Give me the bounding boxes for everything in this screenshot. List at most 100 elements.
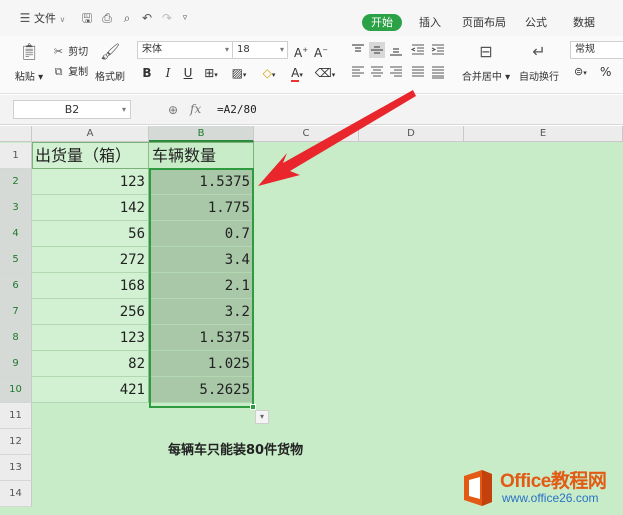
cell-a7[interactable]: 256 bbox=[32, 299, 149, 325]
wrap-text-button[interactable]: ↵ 自动换行 bbox=[514, 42, 564, 83]
column-header-a[interactable]: A bbox=[32, 126, 149, 142]
cell-a10[interactable]: 421 bbox=[32, 377, 149, 403]
cell-b4[interactable]: 0.7 bbox=[149, 221, 254, 247]
row-header-6[interactable]: 6 bbox=[0, 273, 32, 299]
row-header-7[interactable]: 7 bbox=[0, 299, 32, 325]
zoom-magnifier-icon[interactable]: ⊕ bbox=[168, 103, 178, 117]
cell-b6[interactable]: 2.1 bbox=[149, 273, 254, 299]
align-right-icon[interactable] bbox=[388, 64, 404, 80]
fx-icon[interactable]: fx bbox=[190, 102, 201, 116]
column-header-b[interactable]: B bbox=[149, 126, 254, 142]
border-icon[interactable]: ⊞▾ bbox=[200, 65, 222, 81]
align-center-icon[interactable] bbox=[369, 64, 385, 80]
row-header-3[interactable]: 3 bbox=[0, 195, 32, 221]
undo-icon[interactable]: ↶ bbox=[140, 11, 154, 25]
justify-icon[interactable] bbox=[410, 64, 426, 80]
currency-format-button[interactable]: ⊜▾ bbox=[574, 64, 587, 80]
cut-button[interactable]: ✂ 剪切 bbox=[52, 44, 88, 60]
number-format-select[interactable]: 常规 bbox=[570, 41, 623, 59]
chevron-down-icon: ▾ bbox=[279, 45, 284, 54]
cell-a1[interactable]: 出货量（箱） bbox=[32, 143, 149, 169]
paste-button[interactable]: 📋︎ 粘贴 ▾ bbox=[12, 42, 46, 83]
row-header-5[interactable]: 5 bbox=[0, 247, 32, 273]
print-icon[interactable]: ⎙ bbox=[100, 11, 114, 25]
row-header-2[interactable]: 2 bbox=[0, 169, 32, 195]
print-preview-icon[interactable]: ⌕ bbox=[120, 11, 134, 25]
row-header-10[interactable]: 10 bbox=[0, 377, 32, 403]
file-menu[interactable]: 文件 ∨ bbox=[34, 10, 65, 28]
cell-b5[interactable]: 3.4 bbox=[149, 247, 254, 273]
font-color-button[interactable]: A▾ bbox=[286, 65, 308, 82]
row-header-9[interactable]: 9 bbox=[0, 351, 32, 377]
copy-button[interactable]: ⧉ 复制 bbox=[52, 64, 89, 80]
merge-center-label: 合并居中 bbox=[461, 72, 502, 83]
cell-a9[interactable]: 82 bbox=[32, 351, 149, 377]
align-left-icon[interactable] bbox=[350, 64, 366, 80]
name-box[interactable]: B2 ▾ bbox=[13, 100, 131, 119]
column-header-d[interactable]: D bbox=[359, 126, 464, 142]
cell-b8[interactable]: 1.5375 bbox=[149, 325, 254, 351]
row-header-1[interactable]: 1 bbox=[0, 143, 32, 169]
cell-a2[interactable]: 123 bbox=[32, 169, 149, 195]
increase-font-icon[interactable]: A+ bbox=[294, 42, 308, 60]
align-bottom-icon[interactable] bbox=[388, 42, 404, 58]
percent-button[interactable]: % bbox=[600, 64, 611, 80]
cell-b2[interactable]: 1.5375 bbox=[149, 169, 254, 195]
merge-cells-icon: ⊟ bbox=[479, 42, 493, 61]
fill-color-icon[interactable]: ◇▾ bbox=[258, 65, 280, 81]
row-header-11[interactable]: 11 bbox=[0, 403, 32, 429]
formula-input[interactable]: =A2/80 bbox=[217, 103, 257, 116]
redo-icon[interactable]: ↷ bbox=[160, 11, 174, 25]
row-header-8[interactable]: 8 bbox=[0, 325, 32, 351]
row-header-13[interactable]: 13 bbox=[0, 455, 32, 481]
bold-button[interactable]: B bbox=[139, 65, 155, 81]
cell-b1[interactable]: 车辆数量 bbox=[149, 143, 254, 169]
tab-formulas[interactable]: 公式 bbox=[525, 14, 547, 32]
row-header-4[interactable]: 4 bbox=[0, 221, 32, 247]
indent-decrease-icon[interactable] bbox=[410, 42, 426, 58]
menu-bar: ☰ 文件 ∨ 🖫 ⎙ ⌕ ↶ ↷ ▿ 开始 插入 页面布局 公式 数据 bbox=[0, 0, 623, 36]
font-name-value: 宋体 bbox=[142, 44, 162, 55]
tab-insert[interactable]: 插入 bbox=[419, 14, 441, 32]
row-header-14[interactable]: 14 bbox=[0, 481, 32, 507]
tab-page-layout[interactable]: 页面布局 bbox=[462, 14, 506, 32]
office-logo-icon bbox=[464, 470, 492, 506]
cell-b3[interactable]: 1.775 bbox=[149, 195, 254, 221]
cell-b10[interactable]: 5.2625 bbox=[149, 377, 254, 403]
underline-button[interactable]: U bbox=[180, 65, 196, 81]
merge-center-button[interactable]: ⊟ 合并居中 ▾ bbox=[458, 42, 514, 83]
cell-b7[interactable]: 3.2 bbox=[149, 299, 254, 325]
ribbon-toolbar: 📋︎ 粘贴 ▾ ✂ 剪切 ⧉ 复制 🖌︎ 格式刷 宋体 ▾ 18 ▾ A+ A− B… bbox=[0, 36, 623, 94]
cell-a5[interactable]: 272 bbox=[32, 247, 149, 273]
cell-a8[interactable]: 123 bbox=[32, 325, 149, 351]
column-header-e[interactable]: E bbox=[464, 126, 623, 142]
cell-a4[interactable]: 56 bbox=[32, 221, 149, 247]
distributed-align-icon[interactable] bbox=[430, 64, 446, 80]
cell-style-icon[interactable]: ▨▾ bbox=[228, 65, 250, 81]
file-menu-label: 文件 bbox=[34, 12, 56, 25]
italic-button[interactable]: I bbox=[160, 65, 176, 81]
font-size-select[interactable]: 18 ▾ bbox=[232, 41, 288, 59]
decrease-font-icon[interactable]: A− bbox=[314, 42, 328, 60]
save-icon[interactable]: 🖫 bbox=[80, 11, 94, 25]
autofill-options-button[interactable]: ▾ bbox=[255, 410, 269, 424]
format-painter-button[interactable]: 🖌︎ 格式刷 bbox=[94, 42, 126, 83]
cell-a3[interactable]: 142 bbox=[32, 195, 149, 221]
tab-data[interactable]: 数据 bbox=[573, 14, 595, 32]
align-top-icon[interactable] bbox=[350, 42, 366, 58]
column-header-c[interactable]: C bbox=[254, 126, 359, 142]
cell-a6[interactable]: 168 bbox=[32, 273, 149, 299]
font-name-select[interactable]: 宋体 ▾ bbox=[137, 41, 233, 59]
spreadsheet-grid[interactable]: ABCDE 1 2 3 4 5 6 7 8 9 10 11 12 13 14 出货量（箱） 车辆数量 123 1… bbox=[0, 126, 623, 515]
quick-access-dropdown-icon[interactable]: ▿ bbox=[178, 11, 192, 25]
tab-home[interactable]: 开始 bbox=[362, 14, 402, 31]
row-header-12[interactable]: 12 bbox=[0, 429, 32, 455]
clear-format-icon[interactable]: ⌫▾ bbox=[314, 65, 336, 81]
chevron-down-icon: ▾ bbox=[224, 45, 229, 54]
select-all-corner[interactable] bbox=[0, 126, 32, 142]
align-middle-icon[interactable] bbox=[369, 42, 385, 58]
indent-increase-icon[interactable] bbox=[430, 42, 446, 58]
hamburger-menu-icon[interactable]: ☰ bbox=[18, 11, 32, 25]
cell-b9[interactable]: 1.025 bbox=[149, 351, 254, 377]
chevron-down-icon: ▾ bbox=[121, 105, 126, 114]
